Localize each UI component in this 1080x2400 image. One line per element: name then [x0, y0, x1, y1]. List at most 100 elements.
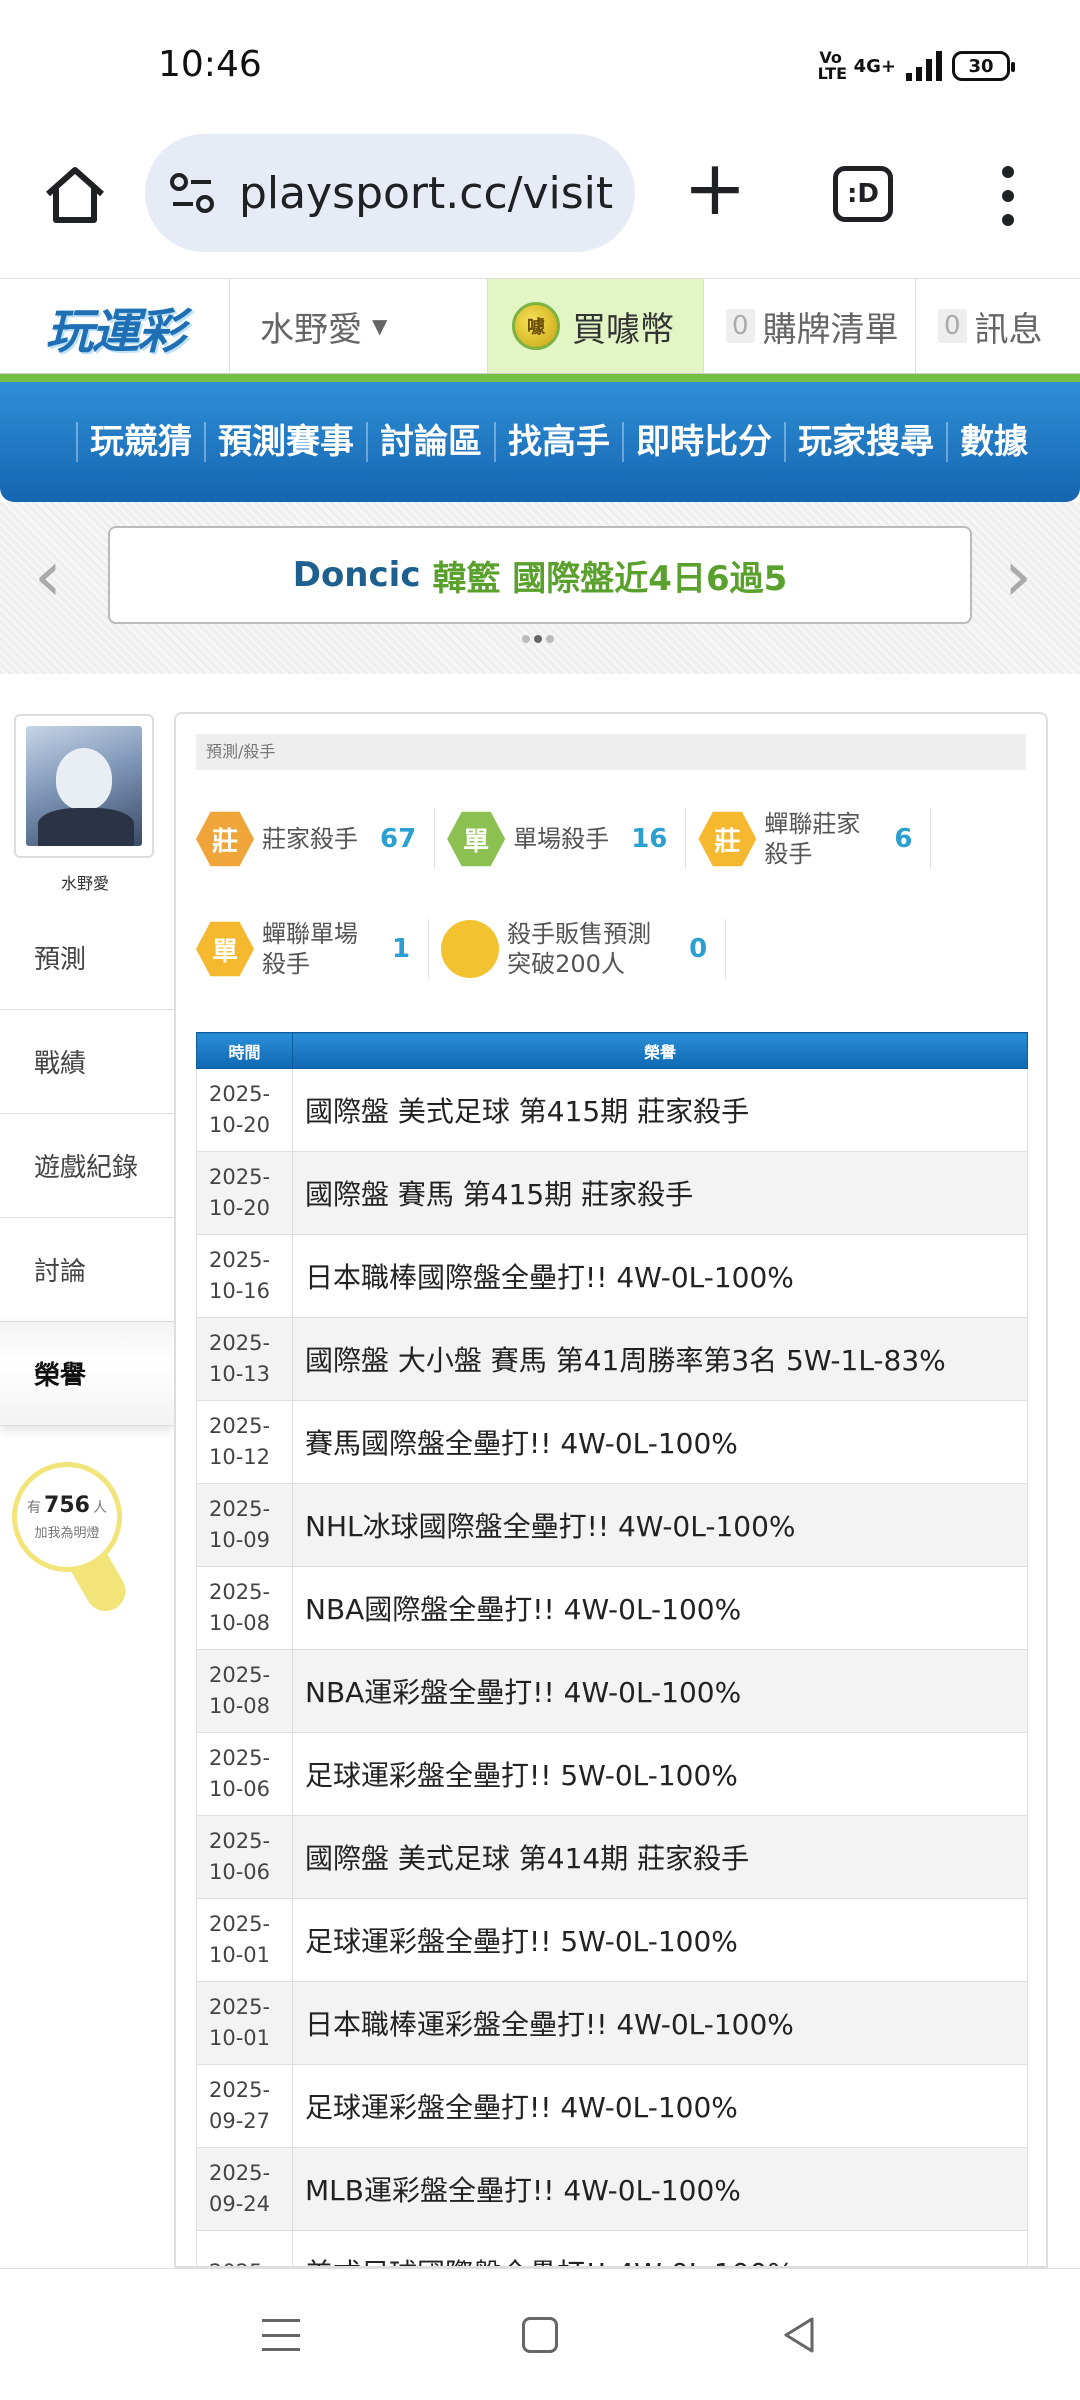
- sidebar-item-game-log[interactable]: 遊戲紀錄: [0, 1114, 174, 1218]
- status-icons: Vo LTE 4G+ 30: [817, 48, 1015, 83]
- table-row: 2025- 10-13 國際盤 大小盤 賽馬 第41周勝率第3名 5W-1L-83%: [196, 1317, 1028, 1401]
- nav-item-player-search[interactable]: 玩家搜尋: [784, 422, 946, 462]
- network-type: 4G+: [853, 55, 896, 77]
- column-header-honor: 榮譽: [292, 1032, 1028, 1069]
- honor-label: 蟬聯莊家殺手: [764, 810, 861, 868]
- single-killer-medal-icon: 單: [447, 811, 506, 867]
- nav-item-data[interactable]: 數據: [946, 422, 1040, 462]
- nav-item-forum[interactable]: 討論區: [366, 422, 494, 462]
- table-row: 2025- 10-08 NBA國際盤全壘打!! 4W-0L-100%: [196, 1566, 1028, 1650]
- nav-item-guess[interactable]: 玩競猜: [76, 422, 204, 462]
- volte-icon: Vo LTE: [817, 48, 847, 83]
- user-menu[interactable]: 水野愛 ▼: [230, 279, 488, 373]
- sidebar-item-record[interactable]: 戰績: [0, 1010, 174, 1114]
- honor-date: 2025- 10-09: [196, 1483, 293, 1567]
- caret-down-icon: ▼: [372, 314, 388, 338]
- honor-date: 2025- 09-24: [196, 2147, 293, 2231]
- honor-count[interactable]: 6: [894, 824, 912, 854]
- sidebar-item-honor[interactable]: 榮譽: [0, 1322, 174, 1426]
- signal-icon: [906, 51, 942, 81]
- honor-cicada-single: 單 蟬聯單場殺手 1: [196, 919, 430, 979]
- honor-title: 國際盤 大小盤 賽馬 第41周勝率第3名 5W-1L-83%: [292, 1317, 1028, 1401]
- main-nav: 玩競猜 預測賽事 討論區 找高手 即時比分 玩家搜尋 數據: [0, 382, 1080, 502]
- honor-title: 國際盤 美式足球 第414期 莊家殺手: [292, 1815, 1028, 1899]
- honor-title: NBA運彩盤全壘打!! 4W-0L-100%: [292, 1649, 1028, 1733]
- honor-title: 足球運彩盤全壘打!! 4W-0L-100%: [292, 2064, 1028, 2148]
- table-row: 2025-美式足球國際盤全壘打!! 4W-0L-100%: [196, 2230, 1028, 2266]
- home-icon[interactable]: [40, 160, 110, 230]
- chevron-left-icon[interactable]: ‹: [34, 541, 62, 611]
- logo-text: 玩運彩: [45, 304, 185, 360]
- profile-username: 水野愛: [60, 874, 109, 893]
- table-row: 2025- 10-06 國際盤 美式足球 第414期 莊家殺手: [196, 1815, 1028, 1899]
- messages-label: 訊息: [974, 309, 1043, 350]
- table-row: 2025- 10-09 NHL冰球國際盤全壘打!! 4W-0L-100%: [196, 1483, 1028, 1567]
- user-menu-name: 水野愛: [260, 309, 362, 350]
- tab-switcher-button[interactable]: :D: [833, 166, 893, 222]
- status-time: 10:46: [158, 44, 262, 85]
- back-icon[interactable]: [780, 2315, 820, 2355]
- status-bar: 10:46 Vo LTE 4G+ 30: [0, 0, 1080, 130]
- honor-badges: 莊 莊家殺手 67 單 單場殺手 16 莊 蟬聯莊家殺手 6 單 蟬聯單場殺手 …: [196, 784, 1036, 1004]
- purchase-list-label: 購牌清單: [762, 309, 899, 350]
- fans-cta: 加我為明燈: [34, 1526, 100, 1541]
- honor-label: 殺手販售預測突破200人: [507, 920, 652, 978]
- honor-date: 2025- 10-12: [196, 1400, 293, 1484]
- sidebar-item-predict[interactable]: 預測: [0, 906, 174, 1010]
- honor-title: NHL冰球國際盤全壘打!! 4W-0L-100%: [292, 1483, 1028, 1567]
- carousel-dot[interactable]: [522, 635, 530, 643]
- address-bar[interactable]: playsport.cc/visit: [145, 134, 635, 252]
- chevron-right-icon[interactable]: ›: [1004, 541, 1032, 611]
- avatar[interactable]: [14, 714, 154, 858]
- sidebar-item-discussion[interactable]: 討論: [0, 1218, 174, 1322]
- honor-label: 莊家殺手: [262, 825, 358, 853]
- honor-count[interactable]: 16: [631, 824, 667, 854]
- honor-banker-killer: 莊 莊家殺手 67: [196, 809, 436, 869]
- promo-banner[interactable]: Doncic 韓籃 國際盤近4日6過5: [108, 526, 972, 624]
- honor-single-killer: 單 單場殺手 16: [447, 809, 687, 869]
- new-tab-plus-icon[interactable]: +: [680, 150, 750, 226]
- buy-coin-button[interactable]: 噱 買噱幣: [488, 279, 704, 373]
- honor-date: 2025- 10-20: [196, 1151, 293, 1235]
- purchase-list-button[interactable]: 0 購牌清單: [704, 279, 916, 373]
- promo-player-name: Doncic: [292, 555, 421, 595]
- honor-date: 2025- 10-06: [196, 1732, 293, 1816]
- profile-sidebar: 水野愛 預測 戰績 遊戲紀錄 討論 榮譽 有 756 人 加我為明燈: [0, 674, 174, 2268]
- honor-title: 足球運彩盤全壘打!! 5W-0L-100%: [292, 1732, 1028, 1816]
- honor-date: 2025- 10-01: [196, 1898, 293, 1982]
- recent-apps-icon[interactable]: [262, 2319, 300, 2351]
- system-nav-bar: [0, 2268, 1080, 2400]
- cicada-single-medal-icon: 單: [196, 921, 254, 977]
- site-settings-icon[interactable]: [167, 168, 217, 218]
- fans-prefix: 有: [27, 1500, 42, 1516]
- honor-count[interactable]: 67: [380, 824, 416, 854]
- honor-title: 美式足球國際盤全壘打!! 4W-0L-100%: [292, 2230, 1028, 2266]
- table-row: 2025- 10-08 NBA運彩盤全壘打!! 4W-0L-100%: [196, 1649, 1028, 1733]
- honor-title: MLB運彩盤全壘打!! 4W-0L-100%: [292, 2147, 1028, 2231]
- fan-lightbulb-button[interactable]: 有 756 人 加我為明燈: [12, 1462, 133, 1622]
- url-text: playsport.cc/visit: [239, 167, 614, 219]
- purchase-list-count: 0: [726, 309, 755, 343]
- carousel-dot[interactable]: [546, 635, 554, 643]
- honor-date: 2025- 10-16: [196, 1234, 293, 1318]
- nav-item-find-expert[interactable]: 找高手: [494, 422, 622, 462]
- site-logo[interactable]: 玩運彩: [0, 279, 230, 375]
- honor-date: 2025- 10-08: [196, 1566, 293, 1650]
- honor-date: 2025- 10-08: [196, 1649, 293, 1733]
- table-row: 2025- 10-20 國際盤 賽馬 第415期 莊家殺手: [196, 1151, 1028, 1235]
- nav-item-predict[interactable]: 預測賽事: [204, 422, 366, 462]
- honor-sales-killer: 殺手販售預測突破200人 0: [441, 919, 727, 979]
- table-row: 2025- 10-12 賽馬國際盤全壘打!! 4W-0L-100%: [196, 1400, 1028, 1484]
- browser-toolbar: playsport.cc/visit + :D: [0, 130, 1080, 278]
- honor-rows: 2025- 10-20 國際盤 美式足球 第415期 莊家殺手 2025- 10-20 國…: [196, 1068, 1028, 2266]
- more-options-icon[interactable]: [990, 166, 1026, 226]
- table-row: 2025- 09-24 MLB運彩盤全壘打!! 4W-0L-100%: [196, 2147, 1028, 2231]
- home-button-icon[interactable]: [522, 2317, 558, 2353]
- table-row: 2025- 10-06 足球運彩盤全壘打!! 5W-0L-100%: [196, 1732, 1028, 1816]
- carousel-dot-active[interactable]: [534, 635, 542, 643]
- honor-count[interactable]: 1: [392, 934, 410, 964]
- honor-count[interactable]: 0: [689, 934, 707, 964]
- messages-button[interactable]: 0 訊息: [916, 279, 1080, 373]
- honor-date: 2025- 10-06: [196, 1815, 293, 1899]
- nav-item-live-score[interactable]: 即時比分: [622, 422, 784, 462]
